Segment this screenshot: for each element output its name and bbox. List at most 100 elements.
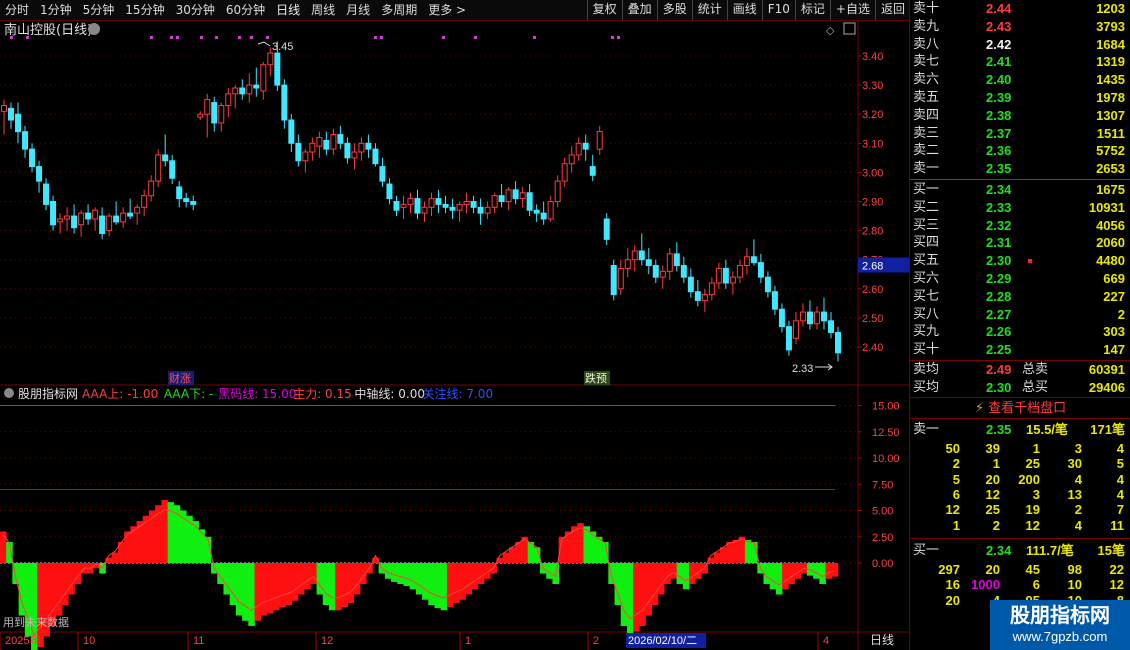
histogram-bar — [744, 539, 752, 563]
candle — [113, 201, 120, 225]
ask-row[interactable]: 卖二 2.36 5752 — [910, 142, 1130, 160]
sell1-summary-per: 15.5/笔 — [1026, 422, 1068, 437]
period-tab-9[interactable]: 多周期 — [376, 0, 423, 20]
signal-dot — [617, 36, 620, 39]
bid-row[interactable]: 买八 2.27 2 — [910, 306, 1130, 324]
bid-row[interactable]: 买九 2.26 303 — [910, 323, 1130, 341]
tool-button-2[interactable]: 多股 — [656, 0, 692, 20]
candle-body — [134, 206, 141, 214]
sell-queue-cell: 50 — [945, 441, 960, 456]
high-marker-arrow — [257, 41, 271, 47]
period-tab-4[interactable]: 30分钟 — [171, 0, 221, 20]
candle-body — [36, 166, 43, 182]
candle-body — [512, 189, 519, 200]
sell-queue-cell: 20 — [985, 471, 1000, 487]
candle — [799, 303, 806, 327]
ask-row[interactable]: 卖九 2.43 3793 — [910, 18, 1130, 36]
bid-row[interactable]: 买七 2.28 227 — [910, 288, 1130, 306]
ask-row[interactable]: 卖四 2.38 1307 — [910, 107, 1130, 125]
candle — [337, 125, 344, 150]
signal-dot — [215, 36, 218, 39]
candle-body — [246, 84, 253, 95]
tool-button-7[interactable]: +自选 — [829, 0, 875, 20]
bid-row[interactable]: 买一 2.34 1675 — [910, 181, 1130, 199]
period-tab-8[interactable]: 月线 — [341, 0, 376, 20]
candle — [351, 143, 358, 170]
avg-sell-row: 卖均 2.49 总卖 60391 — [910, 361, 1130, 379]
bid-row[interactable]: 买三 2.32 4056 — [910, 217, 1130, 235]
candle — [330, 128, 337, 155]
tool-button-6[interactable]: 标记 — [794, 0, 830, 20]
candle-body — [519, 192, 526, 200]
bid-row[interactable]: 买十 2.25 147 — [910, 341, 1130, 359]
candle-body — [50, 201, 57, 226]
bid-row[interactable]: 买五 2.30 4480 — [910, 252, 1130, 270]
avg_buy-label: 买均 — [913, 380, 940, 395]
bid-row[interactable]: 买二 2.33 10931 — [910, 199, 1130, 217]
bid-row[interactable]: 买四 2.31 2060 — [910, 234, 1130, 252]
candle — [197, 111, 204, 121]
period-tab-1[interactable]: 1分钟 — [35, 0, 78, 20]
candle-body — [323, 139, 330, 150]
period-tab-2[interactable]: 5分钟 — [78, 0, 121, 20]
period-tab-3[interactable]: 15分钟 — [120, 0, 170, 20]
candle — [463, 192, 470, 214]
candle-body — [659, 270, 666, 278]
candle-body — [526, 192, 533, 211]
candle-body — [694, 291, 701, 301]
candle — [806, 300, 813, 330]
sell-queue-cell: 3 — [1074, 441, 1082, 456]
buy-queue-cell: 1000 — [971, 577, 1000, 593]
tool-button-1[interactable]: 叠加 — [621, 0, 657, 20]
histogram-bar — [477, 563, 485, 584]
period-tab-7[interactable]: 周线 — [306, 0, 341, 20]
ask-volume: 1319 — [1096, 54, 1125, 70]
histogram-bar — [297, 563, 305, 595]
period-tab-0[interactable]: 分时 — [0, 0, 35, 20]
view-depth-button[interactable]: ⚡ 查看千档盘口 — [910, 400, 1130, 418]
candle — [64, 207, 71, 231]
ask-row[interactable]: 卖十 2.44 1203 — [910, 0, 1130, 18]
tool-button-3[interactable]: 统计 — [691, 0, 727, 20]
candle — [820, 297, 827, 330]
ask-row[interactable]: 卖八 2.42 1684 — [910, 36, 1130, 54]
sell-queue-cell: 3 — [1032, 486, 1040, 502]
high-price-label: 3.45 — [272, 41, 293, 53]
ask-row[interactable]: 卖五 2.39 1978 — [910, 89, 1130, 107]
histogram-bar — [235, 563, 243, 616]
histogram-bar — [726, 542, 733, 563]
tool-button-0[interactable]: 复权 — [586, 0, 622, 20]
candle — [414, 189, 421, 219]
signal-dot — [238, 36, 241, 39]
period-tab-5[interactable]: 60分钟 — [221, 0, 271, 20]
histogram-bar — [502, 552, 510, 563]
candle — [561, 157, 568, 187]
signal-dot — [10, 36, 13, 39]
ask-row[interactable]: 卖一 2.35 2653 — [910, 160, 1130, 178]
chart-area[interactable]: 南山控股(日线)◇3.403.303.203.103.002.902.802.7… — [0, 20, 909, 650]
candle — [225, 88, 232, 118]
sell-queue-cell: 30 — [1067, 456, 1082, 472]
period-tab-10[interactable]: 更多 > — [423, 0, 472, 20]
candle — [778, 303, 785, 333]
site-watermark: 股朋指标网 www.7gpzb.com — [990, 600, 1130, 650]
indicator-axis-label: 15.00 — [872, 401, 900, 413]
period-tab-6[interactable]: 日线 — [271, 0, 306, 20]
histogram-bar — [328, 563, 336, 611]
signal-dot — [611, 36, 614, 39]
candle-body — [218, 104, 225, 124]
ask-row[interactable]: 卖七 2.41 1319 — [910, 53, 1130, 71]
histogram-bar — [775, 563, 783, 595]
bid-row[interactable]: 买六 2.29 669 — [910, 270, 1130, 288]
candle — [148, 175, 155, 202]
ask-volume: 2653 — [1096, 161, 1125, 177]
ask-row[interactable]: 卖六 2.40 1435 — [910, 71, 1130, 89]
tool-button-5[interactable]: F10 — [761, 0, 795, 20]
chevron-down-icon — [88, 23, 100, 35]
candle-body — [337, 134, 344, 144]
tool-button-4[interactable]: 画线 — [726, 0, 762, 20]
tool-button-8[interactable]: 返回 — [874, 0, 910, 20]
ask-row[interactable]: 卖三 2.37 1511 — [910, 125, 1130, 143]
candle — [771, 285, 778, 315]
candle-body — [267, 52, 274, 66]
